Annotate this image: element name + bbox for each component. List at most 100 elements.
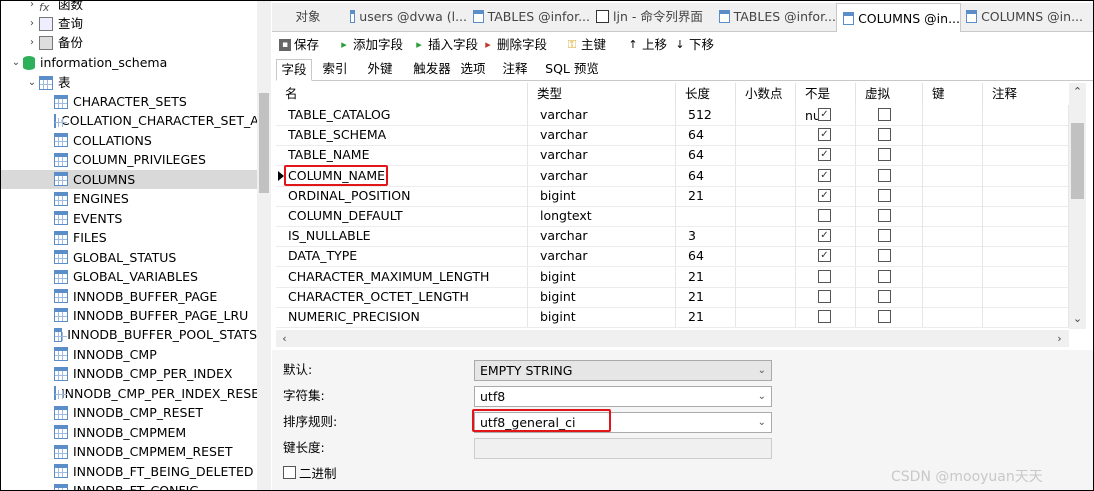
not-null-checkbox[interactable]: ✓ — [818, 168, 831, 182]
field-row[interactable]: NUMERIC_PRECISION bigint 21 — [276, 307, 1069, 328]
tree-item-tables-group[interactable]: ⌄ 表 — [25, 73, 71, 92]
cell-not-null[interactable] — [796, 286, 856, 307]
cell-decimals[interactable] — [736, 145, 796, 166]
subtab-comment[interactable]: 注释 — [498, 59, 532, 79]
virtual-checkbox[interactable] — [878, 148, 891, 162]
cell-comment[interactable] — [983, 105, 1069, 125]
field-row[interactable]: DATA_TYPE varchar 64 ✓ — [276, 246, 1069, 268]
tree-table-item[interactable]: ENGINES — [1, 189, 257, 208]
move-down-button[interactable]: ↓ 下移 — [674, 36, 714, 54]
virtual-checkbox[interactable] — [878, 249, 891, 263]
fields-grid[interactable]: 名 类型 长度 小数点 不是 null 虚拟 键 注释 TABLE_CATALO… — [276, 83, 1069, 329]
cell-type[interactable]: varchar — [528, 105, 676, 125]
cell-type[interactable]: varchar — [528, 145, 676, 166]
subtab-triggers[interactable]: 触发器 — [408, 59, 456, 79]
field-row[interactable]: IS_NULLABLE varchar 3 ✓ — [276, 226, 1069, 248]
not-null-checkbox[interactable]: ✓ — [818, 229, 831, 243]
cell-decimals[interactable] — [736, 246, 796, 267]
header-name[interactable]: 名 — [276, 83, 528, 105]
cell-comment[interactable] — [983, 307, 1069, 327]
virtual-checkbox[interactable] — [878, 289, 891, 303]
not-null-checkbox[interactable]: ✓ — [818, 249, 831, 263]
subtab-foreign-keys[interactable]: 外键 — [363, 59, 397, 79]
cell-key[interactable] — [923, 226, 983, 247]
cell-not-null[interactable]: ✓ — [796, 165, 856, 186]
field-row[interactable]: COLUMN_NAME varchar 64 ✓ — [276, 165, 1069, 187]
header-type[interactable]: 类型 — [528, 83, 676, 105]
virtual-checkbox[interactable] — [878, 108, 891, 121]
cell-length[interactable]: 21 — [676, 185, 736, 206]
subtab-indexes[interactable]: 索引 — [318, 59, 352, 79]
insert-field-button[interactable]: ▸ 插入字段 — [413, 36, 478, 54]
not-null-checkbox[interactable]: ✓ — [818, 128, 831, 142]
cell-key[interactable] — [923, 246, 983, 267]
cell-name[interactable]: TABLE_SCHEMA — [276, 125, 528, 146]
not-null-checkbox[interactable]: ✓ — [818, 148, 831, 162]
virtual-checkbox[interactable] — [878, 168, 891, 182]
cell-virtual[interactable] — [856, 206, 923, 226]
cell-decimals[interactable] — [736, 125, 796, 146]
expand-arrow-icon[interactable]: › — [25, 33, 39, 52]
cell-type[interactable]: varchar — [528, 165, 676, 186]
not-null-checkbox[interactable]: ✓ — [818, 188, 831, 202]
expand-arrow-icon[interactable]: › — [25, 14, 39, 33]
grid-vertical-scroll-thumb[interactable] — [1071, 123, 1084, 199]
not-null-checkbox[interactable] — [818, 209, 831, 222]
cell-length[interactable]: 64 — [676, 125, 736, 146]
not-null-checkbox[interactable] — [818, 289, 831, 303]
field-row[interactable]: ORDINAL_POSITION bigint 21 ✓ — [276, 185, 1069, 207]
scroll-left-icon[interactable]: ‹ — [276, 332, 293, 345]
tab-tables-2[interactable]: TABLES @infor... — [713, 3, 836, 30]
cell-not-null[interactable]: ✓ — [796, 105, 856, 125]
field-row[interactable]: CHARACTER_OCTET_LENGTH bigint 21 — [276, 286, 1069, 308]
tree-scrollbar-thumb[interactable] — [259, 93, 269, 193]
virtual-checkbox[interactable] — [878, 188, 891, 202]
navigator-tree[interactable]: › fx 函数 › 查询 › 备份 ⌄ information_schema ⌄… — [1, 1, 257, 490]
key-length-field[interactable] — [474, 438, 772, 459]
add-field-button[interactable]: ▸ 添加字段 — [338, 36, 403, 54]
virtual-checkbox[interactable] — [878, 229, 891, 243]
tree-table-item[interactable]: COLLATION_CHARACTER_SET_A — [1, 111, 257, 130]
cell-comment[interactable] — [983, 266, 1069, 287]
cell-type[interactable]: varchar — [528, 226, 676, 247]
tree-item-backups[interactable]: › 备份 — [25, 33, 83, 52]
cell-not-null[interactable]: ✓ — [796, 226, 856, 247]
tree-table-item[interactable]: INNODB_FT_BEING_DELETED — [1, 462, 257, 481]
cell-not-null[interactable] — [796, 307, 856, 327]
cell-key[interactable] — [923, 125, 983, 146]
not-null-checkbox[interactable]: ✓ — [818, 108, 831, 121]
header-length[interactable]: 长度 — [676, 83, 736, 105]
cell-key[interactable] — [923, 286, 983, 307]
tree-table-item[interactable]: COLLATIONS — [1, 131, 257, 150]
cell-virtual[interactable] — [856, 165, 923, 186]
tree-table-item[interactable]: INNODB_BUFFER_PAGE — [1, 287, 257, 306]
cell-length[interactable]: 21 — [676, 266, 736, 287]
move-up-button[interactable]: ↑ 上移 — [627, 36, 667, 54]
cell-not-null[interactable]: ✓ — [796, 246, 856, 267]
cell-type[interactable]: varchar — [528, 246, 676, 267]
cell-decimals[interactable] — [736, 105, 796, 125]
virtual-checkbox[interactable] — [878, 310, 891, 323]
cell-decimals[interactable] — [736, 206, 796, 226]
cell-length[interactable]: 64 — [676, 145, 736, 166]
cell-decimals[interactable] — [736, 185, 796, 206]
cell-key[interactable] — [923, 206, 983, 226]
cell-virtual[interactable] — [856, 307, 923, 327]
subtab-options[interactable]: 选项 — [456, 59, 490, 79]
cell-not-null[interactable] — [796, 206, 856, 226]
cell-key[interactable] — [923, 105, 983, 125]
tree-table-item[interactable]: CHARACTER_SETS — [1, 92, 257, 111]
cell-virtual[interactable] — [856, 226, 923, 247]
header-comment[interactable]: 注释 — [983, 83, 1069, 105]
subtab-fields[interactable]: 字段 — [276, 59, 312, 81]
cell-type[interactable]: varchar — [528, 125, 676, 146]
cell-comment[interactable] — [983, 246, 1069, 267]
cell-comment[interactable] — [983, 185, 1069, 206]
cell-name[interactable]: TABLE_CATALOG — [276, 105, 528, 125]
cell-virtual[interactable] — [856, 266, 923, 287]
tree-item-functions[interactable]: › fx 函数 — [25, 1, 83, 14]
cell-not-null[interactable]: ✓ — [796, 185, 856, 206]
header-virtual[interactable]: 虚拟 — [856, 83, 923, 105]
cell-not-null[interactable]: ✓ — [796, 145, 856, 166]
scroll-down-icon[interactable]: ⌄ — [1069, 312, 1086, 325]
